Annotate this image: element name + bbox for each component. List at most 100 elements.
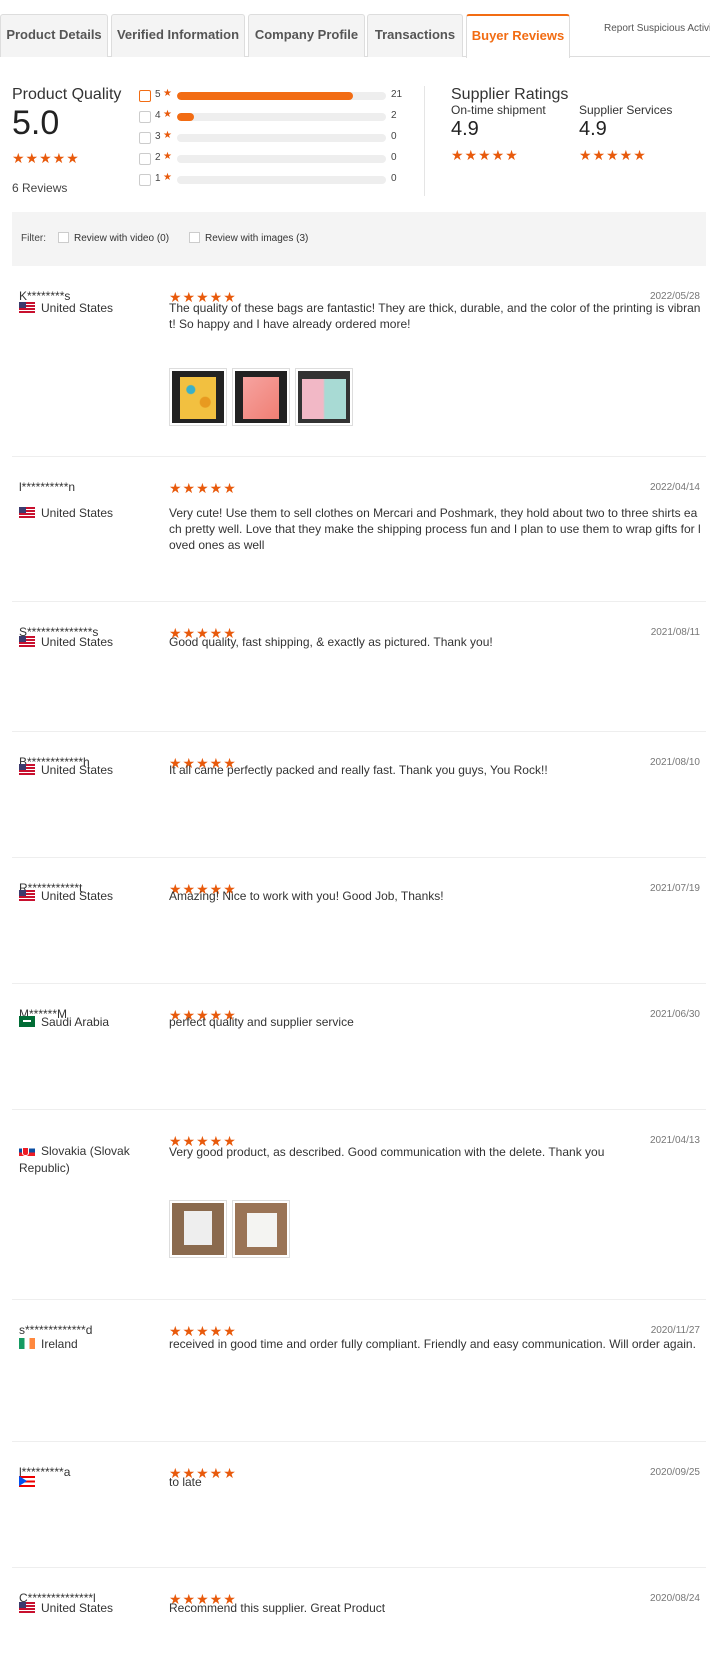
country-name: United States bbox=[41, 635, 114, 649]
reviewer-name: l**********n bbox=[19, 480, 76, 494]
summary-divider bbox=[424, 86, 425, 196]
review-item: B************h United States ★★★★★ 2021/08/… bbox=[12, 732, 706, 858]
rating-star-label: 1 bbox=[155, 173, 161, 184]
country-flag-icon bbox=[19, 1602, 35, 1613]
review-item: K********s United States ★★★★★ 2022/05/28 Th… bbox=[12, 266, 706, 457]
filter-video-checkbox[interactable]: Review with video (0) bbox=[58, 232, 169, 244]
rating-filter-checkbox[interactable] bbox=[139, 90, 151, 102]
country-flag-icon bbox=[19, 890, 35, 901]
reviewer-country: United States bbox=[19, 888, 154, 905]
rating-count: 21 bbox=[391, 89, 403, 100]
reviewer-country: United States bbox=[19, 300, 154, 317]
rating-row-5-star[interactable]: 5 ★ 21 bbox=[139, 88, 404, 104]
review-image-thumbnail[interactable] bbox=[232, 1200, 290, 1258]
review-item: M******M Saudi Arabia ★★★★★ 2021/06/30 perfe… bbox=[12, 984, 706, 1110]
filter-images-checkbox[interactable]: Review with images (3) bbox=[189, 232, 308, 244]
supplier-services-score: 4.9 bbox=[579, 118, 607, 140]
review-image-thumbnail[interactable] bbox=[169, 368, 227, 426]
review-stars: ★★★★★ bbox=[169, 480, 237, 496]
rating-star-label: 5 bbox=[155, 89, 161, 100]
review-image-thumbnail[interactable] bbox=[232, 368, 290, 426]
rating-count: 0 bbox=[391, 152, 397, 163]
rating-filter-checkbox[interactable] bbox=[139, 132, 151, 144]
rating-bar-track bbox=[177, 155, 386, 163]
rating-row-4-star[interactable]: 4 ★ 2 bbox=[139, 109, 404, 125]
rating-row-3-star[interactable]: 3 ★ 0 bbox=[139, 130, 404, 146]
review-item: l*********a ★★★★★ 2020/09/25 to late bbox=[12, 1442, 706, 1568]
checkbox-icon[interactable] bbox=[58, 232, 69, 243]
reviewer-country: Slovakia (Slovak Republic) bbox=[19, 1143, 154, 1177]
country-name: Slovakia (Slovak Republic) bbox=[19, 1144, 130, 1175]
country-flag-icon bbox=[19, 302, 35, 313]
reviewer-name: s*************d bbox=[19, 1323, 93, 1337]
checkbox-icon[interactable] bbox=[189, 232, 200, 243]
product-quality-title: Product Quality bbox=[12, 86, 122, 103]
review-item: Slovakia (Slovak Republic) ★★★★★ 2021/04/1… bbox=[12, 1110, 706, 1300]
country-name: Ireland bbox=[41, 1337, 78, 1351]
rating-row-2-star[interactable]: 2 ★ 0 bbox=[139, 151, 404, 167]
star-icon: ★ bbox=[163, 88, 172, 99]
country-flag-icon bbox=[19, 636, 35, 647]
star-icon: ★ bbox=[163, 172, 172, 183]
review-item: R***********t United States ★★★★★ 2021/07/1… bbox=[12, 858, 706, 984]
rating-bar-track bbox=[177, 92, 386, 100]
country-flag-icon bbox=[19, 507, 35, 518]
reviewer-country: Ireland bbox=[19, 1336, 154, 1353]
tab-bar: Product Details Verified Information Com… bbox=[0, 0, 710, 58]
tab-product-details[interactable]: Product Details bbox=[0, 14, 108, 57]
rating-count: 0 bbox=[391, 131, 397, 142]
reviewer-country bbox=[19, 1474, 154, 1491]
reviewer-country: United States bbox=[19, 634, 154, 651]
rating-bar-fill bbox=[177, 92, 353, 100]
review-date: 2020/11/27 bbox=[650, 1325, 700, 1336]
star-icon: ★ bbox=[163, 109, 172, 120]
rating-star-label: 2 bbox=[155, 152, 161, 163]
reviewer-country: United States bbox=[19, 1600, 154, 1617]
review-filter-bar: Filter: Review with video (0) Review wit… bbox=[12, 212, 706, 266]
rating-bar-fill bbox=[177, 113, 194, 121]
tab-company-profile[interactable]: Company Profile bbox=[248, 14, 365, 57]
on-time-shipment-score: 4.9 bbox=[451, 118, 479, 140]
reviewer-country: Saudi Arabia bbox=[19, 1014, 154, 1031]
star-icon: ★ bbox=[163, 130, 172, 141]
rating-bar-track bbox=[177, 113, 386, 121]
on-time-shipment-label: On-time shipment bbox=[451, 103, 546, 117]
review-image-thumbnail[interactable] bbox=[295, 368, 353, 426]
tab-buyer-reviews[interactable]: Buyer Reviews bbox=[466, 14, 570, 58]
country-flag-icon bbox=[19, 1476, 35, 1487]
country-flag-icon bbox=[19, 1016, 35, 1027]
review-item: s*************d Ireland ★★★★★ 2020/11/27 rec… bbox=[12, 1300, 706, 1442]
report-suspicious-activity-link[interactable]: Report Suspicious Activity bbox=[604, 23, 710, 34]
country-flag-icon bbox=[19, 1145, 35, 1156]
rating-filter-checkbox[interactable] bbox=[139, 174, 151, 186]
review-text: Very cute! Use them to sell clothes on M… bbox=[169, 506, 701, 552]
country-flag-icon bbox=[19, 764, 35, 775]
rating-filter-checkbox[interactable] bbox=[139, 153, 151, 165]
reviewer-country: United States bbox=[19, 505, 154, 522]
rating-bar-track bbox=[177, 134, 386, 142]
filter-video-label: Review with video (0) bbox=[74, 233, 170, 244]
rating-star-label: 4 bbox=[155, 110, 161, 121]
supplier-services-stars: ★★★★★ bbox=[579, 147, 647, 163]
tab-transactions[interactable]: Transactions bbox=[367, 14, 463, 57]
country-flag-icon bbox=[19, 1338, 35, 1349]
country-name: United States bbox=[41, 506, 114, 520]
review-item: l**********n United States ★★★★★ 2022/04/14… bbox=[12, 457, 706, 602]
tab-verified-information[interactable]: Verified Information bbox=[111, 14, 245, 57]
review-image-thumbnail[interactable] bbox=[169, 1200, 227, 1258]
review-item: S**************s United States ★★★★★ 2021/0… bbox=[12, 602, 706, 732]
country-name: Saudi Arabia bbox=[41, 1015, 110, 1029]
review-text: to late bbox=[169, 1475, 202, 1489]
supplier-services-label: Supplier Services bbox=[579, 103, 673, 117]
review-text: The quality of these bags are fantastic!… bbox=[169, 301, 701, 331]
review-text: Good quality, fast shipping, & exactly a… bbox=[169, 635, 493, 649]
country-name: United States bbox=[41, 763, 114, 777]
country-name: United States bbox=[41, 301, 114, 315]
review-text: Recommend this supplier. Great Product bbox=[169, 1601, 386, 1615]
filter-images-label: Review with images (3) bbox=[205, 233, 309, 244]
review-item: C**************l United States ★★★★★ 2020/0… bbox=[12, 1568, 706, 1666]
review-text: Amazing! Nice to work with you! Good Job… bbox=[169, 889, 444, 903]
rating-row-1-star[interactable]: 1 ★ 0 bbox=[139, 172, 404, 188]
rating-star-label: 3 bbox=[155, 131, 161, 142]
rating-filter-checkbox[interactable] bbox=[139, 111, 151, 123]
